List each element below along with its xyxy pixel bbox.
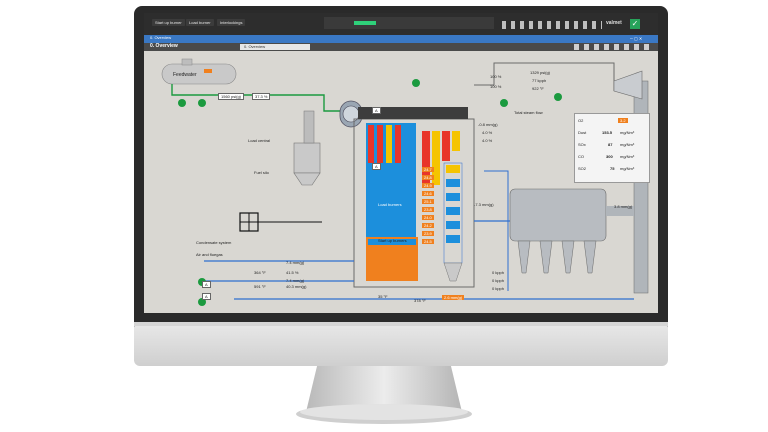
air-and-fluegas-label[interactable]: Air and fluegas <box>196 253 223 257</box>
burner-reading: 23.8 <box>422 207 434 212</box>
brand-logo-text: valmet <box>606 20 622 26</box>
check-icon[interactable]: ✓ <box>630 19 640 29</box>
burner-reading: 24.8 <box>422 175 434 180</box>
bottom-pressure: 2.6 mm(g) <box>442 295 465 300</box>
condensate-system-label[interactable]: Condensate system <box>196 241 231 245</box>
feedwater-pct: 37.3 % <box>252 93 271 100</box>
secondary-tab-label: 0. Overview <box>244 44 266 49</box>
steam-temp: 922 °F <box>532 86 544 91</box>
emission-name: SOx <box>578 142 586 147</box>
bottom-temp: 378 °F <box>414 298 426 303</box>
window-controls-icon[interactable]: ─ ▢ ✕ <box>630 36 654 41</box>
window-titlebar <box>144 35 658 43</box>
hmi-screen: Start up burner Load burner Interlocking… <box>144 13 658 313</box>
burner-reading: 24.9 <box>422 183 434 188</box>
fuel-silo-label[interactable]: Fuel silo <box>254 171 269 175</box>
air-pressure: 7.4 mm(g) <box>286 260 305 265</box>
kpph-3: 0 kpph <box>492 286 505 291</box>
burner-reading: 25.1 <box>422 199 434 204</box>
feedwater-pressure: 1560 psi(g) <box>218 93 245 100</box>
emission-unit: mg/Nm³ <box>620 142 635 147</box>
air-temp: 364 °F <box>254 270 266 275</box>
auto-mode-indicator[interactable]: A <box>202 281 211 288</box>
toolbar-icons[interactable] <box>502 21 602 29</box>
startup-burner-button[interactable]: Start up burner <box>152 19 185 26</box>
valve-pct: 100 % <box>490 74 502 79</box>
startup-burners-label: Start up burners <box>378 238 407 243</box>
bottom-temp2: 35 °F <box>378 294 388 299</box>
emission-name: SO2 <box>578 166 587 171</box>
auto-mode-indicator[interactable]: A <box>202 293 211 300</box>
status-strip <box>324 17 494 29</box>
load-burners-label: Load burners <box>378 202 402 207</box>
air-pressure2: 7.4 mm(g) <box>286 278 305 283</box>
feedwater-label: Feedwater <box>173 72 197 78</box>
emission-value: 75 <box>610 166 615 171</box>
total-steam-flow-label: Total steam flow <box>514 110 543 115</box>
emission-value: 153.5 <box>602 130 613 135</box>
emission-value: 87 <box>608 142 613 147</box>
emission-value: 300 <box>606 154 613 159</box>
draft-b: 4.0 % <box>482 138 493 143</box>
burner-reading: 23.9 <box>422 231 434 236</box>
kpph-1: 0 kpph <box>492 270 505 275</box>
burner-reading: 24.5 <box>422 239 434 244</box>
interlockings-button[interactable]: Interlockings <box>217 19 246 26</box>
steam-flow-top: 77 kpph <box>532 78 547 83</box>
fluegas-pressure: 40.3 mm(g) <box>286 284 307 289</box>
fluegas-temp: 591 °F <box>254 284 266 289</box>
furnace-pressure: -0.8 mm(g) <box>478 122 498 127</box>
emission-value: 3.2 <box>618 118 628 123</box>
titlebar-tab: 0. Overview <box>150 35 172 40</box>
burner-reading: 24.0 <box>422 215 434 220</box>
emission-unit: mg/Nm³ <box>620 154 635 159</box>
burner-reading: 24.6 <box>422 191 434 196</box>
load-burner-button[interactable]: Load burner <box>186 19 214 26</box>
pressure-mid: -7.3 mm(g) <box>474 202 494 207</box>
nav-arrows-icon[interactable] <box>574 44 654 50</box>
emissions-panel <box>574 113 650 183</box>
load-central-label[interactable]: Load central <box>248 139 270 143</box>
page-title: 0. Overview <box>150 43 178 49</box>
emission-name: O2 <box>578 118 584 123</box>
emission-name: Dust <box>578 130 587 135</box>
auto-mode-indicator[interactable]: A <box>372 107 381 114</box>
burner-reading: 24.2 <box>422 223 434 228</box>
air-pct: 41.5 % <box>286 270 299 275</box>
emission-unit: mg/Nm³ <box>620 166 635 171</box>
status-indicator <box>354 21 376 25</box>
steam-pressure-top: 1329 psi(g) <box>530 70 551 75</box>
desktop-monitor: Start up burner Load burner Interlocking… <box>0 0 768 432</box>
auto-mode-indicator[interactable]: A <box>372 163 381 170</box>
valve-pct2: 100 % <box>490 84 502 89</box>
burner-reading: 24.7 <box>422 167 434 172</box>
emission-name: CO <box>578 154 584 159</box>
pressure-right: 3.8 mm(g) <box>614 204 633 209</box>
draft-a: 4.0 % <box>482 130 493 135</box>
emission-unit: mg/Nm³ <box>620 130 635 135</box>
kpph-2: 0 kpph <box>492 278 505 283</box>
